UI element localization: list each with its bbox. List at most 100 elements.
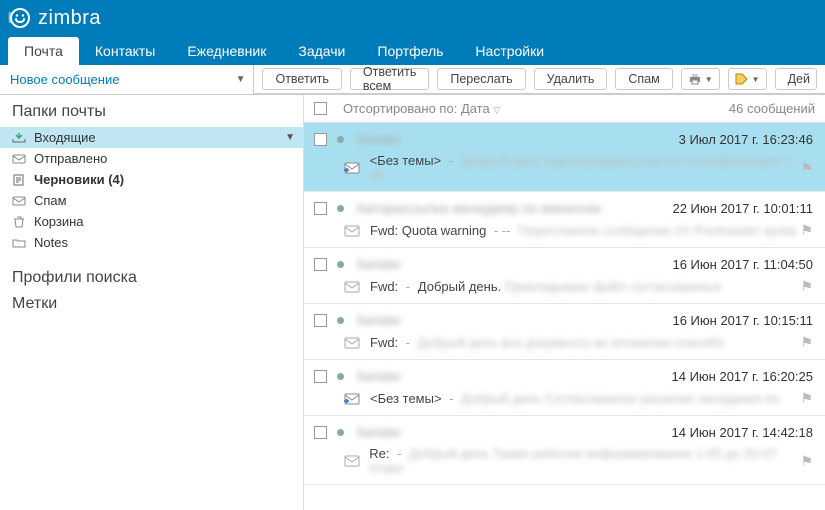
reply-button[interactable]: Ответить — [262, 68, 341, 90]
tab-settings[interactable]: Настройки — [459, 37, 560, 65]
tab-contacts[interactable]: Контакты — [79, 37, 171, 65]
folder-trash[interactable]: Корзина — [0, 211, 303, 232]
message-checkbox[interactable] — [314, 370, 327, 383]
brand-logo: zimbra — [8, 6, 101, 30]
message-item[interactable]: Sender 16 Июн 2017 г. 10:15:11 Fwd: - До… — [304, 304, 825, 360]
folder-spam[interactable]: Спам — [0, 190, 303, 211]
brand-text: zimbra — [38, 7, 101, 30]
message-item[interactable]: Sender 14 Июн 2017 г. 16:20:25 <Без темы… — [304, 360, 825, 416]
message-item[interactable]: Sender 14 Июн 2017 г. 14:42:18 Re: - Доб… — [304, 416, 825, 485]
tag-button[interactable]: ▼ — [728, 68, 767, 90]
chevron-down-icon: ▼ — [705, 75, 713, 84]
message-item[interactable]: Sender 3 Июл 2017 г. 16:23:46 <Без темы>… — [304, 123, 825, 192]
sort-label[interactable]: Отсортировано по: Дата ▽ — [343, 101, 500, 116]
message-list[interactable]: Sender 3 Июл 2017 г. 16:23:46 <Без темы>… — [304, 123, 825, 510]
folder-icon — [10, 237, 28, 249]
chevron-down-icon: ▼ — [236, 74, 246, 85]
message-subject: Re: - Добрый день Также рабочее информир… — [369, 446, 800, 476]
main-nav: Почта Контакты Ежедневник Задачи Портфел… — [0, 36, 825, 65]
folder-label: Спам — [34, 193, 67, 208]
status-dot — [337, 136, 344, 143]
chevron-down-icon: ▼ — [285, 132, 295, 143]
compose-button[interactable]: Новое сообщение ▼ — [0, 65, 254, 94]
message-subject: Fwd: Quota warning - -- Пересланное сооб… — [370, 223, 796, 238]
sender-name: Авторассылка менеджер по вакансии — [356, 200, 601, 216]
move-button[interactable]: ▼ — [681, 68, 720, 90]
sender-name: Sender — [356, 131, 401, 147]
envelope-icon — [342, 335, 362, 351]
message-checkbox[interactable] — [314, 426, 327, 439]
toolbar-row: Новое сообщение ▼ Ответить Ответить всем… — [0, 65, 825, 95]
folder-label: Черновики (4) — [34, 172, 124, 187]
folder-label: Корзина — [34, 214, 84, 229]
printer-icon — [688, 73, 702, 85]
flag-icon[interactable]: ⚑ — [800, 160, 813, 177]
status-dot — [337, 317, 344, 324]
tab-briefcase[interactable]: Портфель — [361, 37, 459, 65]
status-dot — [337, 261, 344, 268]
flag-icon[interactable]: ⚑ — [800, 453, 813, 470]
folder-notes[interactable]: Notes — [0, 232, 303, 253]
envelope-forwarded-icon — [342, 391, 362, 407]
sidebar: Папки почты Входящие ▼ Отправлено Чернов… — [0, 95, 304, 510]
folder-drafts[interactable]: Черновики (4) — [0, 169, 303, 190]
sent-icon — [10, 153, 28, 165]
select-all-checkbox[interactable] — [314, 102, 327, 115]
app-header: zimbra — [0, 0, 825, 36]
sender-name: Sender — [356, 424, 401, 440]
trash-icon — [10, 216, 28, 228]
forward-button[interactable]: Переслать — [437, 68, 525, 90]
message-checkbox[interactable] — [314, 258, 327, 271]
status-dot — [337, 429, 344, 436]
delete-button[interactable]: Удалить — [534, 68, 608, 90]
envelope-icon — [342, 453, 361, 469]
sender-name: Sender — [356, 312, 401, 328]
message-checkbox[interactable] — [314, 314, 327, 327]
folder-label: Отправлено — [34, 151, 107, 166]
status-dot — [337, 205, 344, 212]
envelope-forwarded-icon — [342, 160, 362, 176]
message-count: 46 сообщений — [729, 101, 815, 116]
tab-mail[interactable]: Почта — [8, 37, 79, 65]
reply-all-button[interactable]: Ответить всем — [350, 68, 429, 90]
envelope-icon — [342, 223, 362, 239]
message-date: 22 Июн 2017 г. 10:01:11 — [672, 201, 813, 216]
folder-label: Входящие — [34, 130, 96, 145]
message-subject: <Без темы> - Добрый день Согласованное р… — [370, 391, 779, 406]
folder-inbox[interactable]: Входящие ▼ — [0, 127, 303, 148]
chevron-down-icon: ▼ — [752, 75, 760, 84]
spam-button[interactable]: Спам — [615, 68, 672, 90]
sender-name: Sender — [356, 368, 401, 384]
flag-icon[interactable]: ⚑ — [800, 390, 813, 407]
tab-tasks[interactable]: Задачи — [282, 37, 361, 65]
actions-button[interactable]: Дей — [775, 68, 817, 90]
message-checkbox[interactable] — [314, 202, 327, 215]
tab-calendar[interactable]: Ежедневник — [171, 37, 282, 65]
flag-icon[interactable]: ⚑ — [800, 278, 813, 295]
folder-label: Notes — [34, 235, 68, 250]
folder-sent[interactable]: Отправлено — [0, 148, 303, 169]
zimbra-logo-icon — [8, 6, 32, 30]
folders-header: Папки почты — [0, 95, 303, 127]
sort-arrow-icon: ▽ — [493, 105, 500, 115]
search-profiles-header[interactable]: Профили поиска — [0, 261, 303, 293]
message-subject: Fwd: - Добрый день все документы во влож… — [370, 335, 724, 350]
message-pane: Отсортировано по: Дата ▽ 46 сообщений Se… — [304, 95, 825, 510]
message-date: 16 Июн 2017 г. 11:04:50 — [672, 257, 813, 272]
inbox-icon — [10, 132, 28, 144]
message-date: 16 Июн 2017 г. 10:15:11 — [672, 313, 813, 328]
labels-header[interactable]: Метки — [0, 293, 303, 319]
message-subject: Fwd: - Добрый день. Прикладываю файл сог… — [370, 279, 721, 294]
message-item[interactable]: Авторассылка менеджер по вакансии 22 Июн… — [304, 192, 825, 248]
status-dot — [337, 373, 344, 380]
message-subject: <Без темы> - Добрый день подтверждаем уч… — [370, 153, 801, 183]
message-checkbox[interactable] — [314, 133, 327, 146]
spam-folder-icon — [10, 195, 28, 207]
main-layout: Папки почты Входящие ▼ Отправлено Чернов… — [0, 95, 825, 510]
message-item[interactable]: Sender 16 Июн 2017 г. 11:04:50 Fwd: - До… — [304, 248, 825, 304]
flag-icon[interactable]: ⚑ — [800, 334, 813, 351]
flag-icon[interactable]: ⚑ — [800, 222, 813, 239]
message-date: 14 Июн 2017 г. 14:42:18 — [672, 425, 813, 440]
message-date: 3 Июл 2017 г. 16:23:46 — [679, 132, 813, 147]
list-header: Отсортировано по: Дата ▽ 46 сообщений — [304, 95, 825, 123]
